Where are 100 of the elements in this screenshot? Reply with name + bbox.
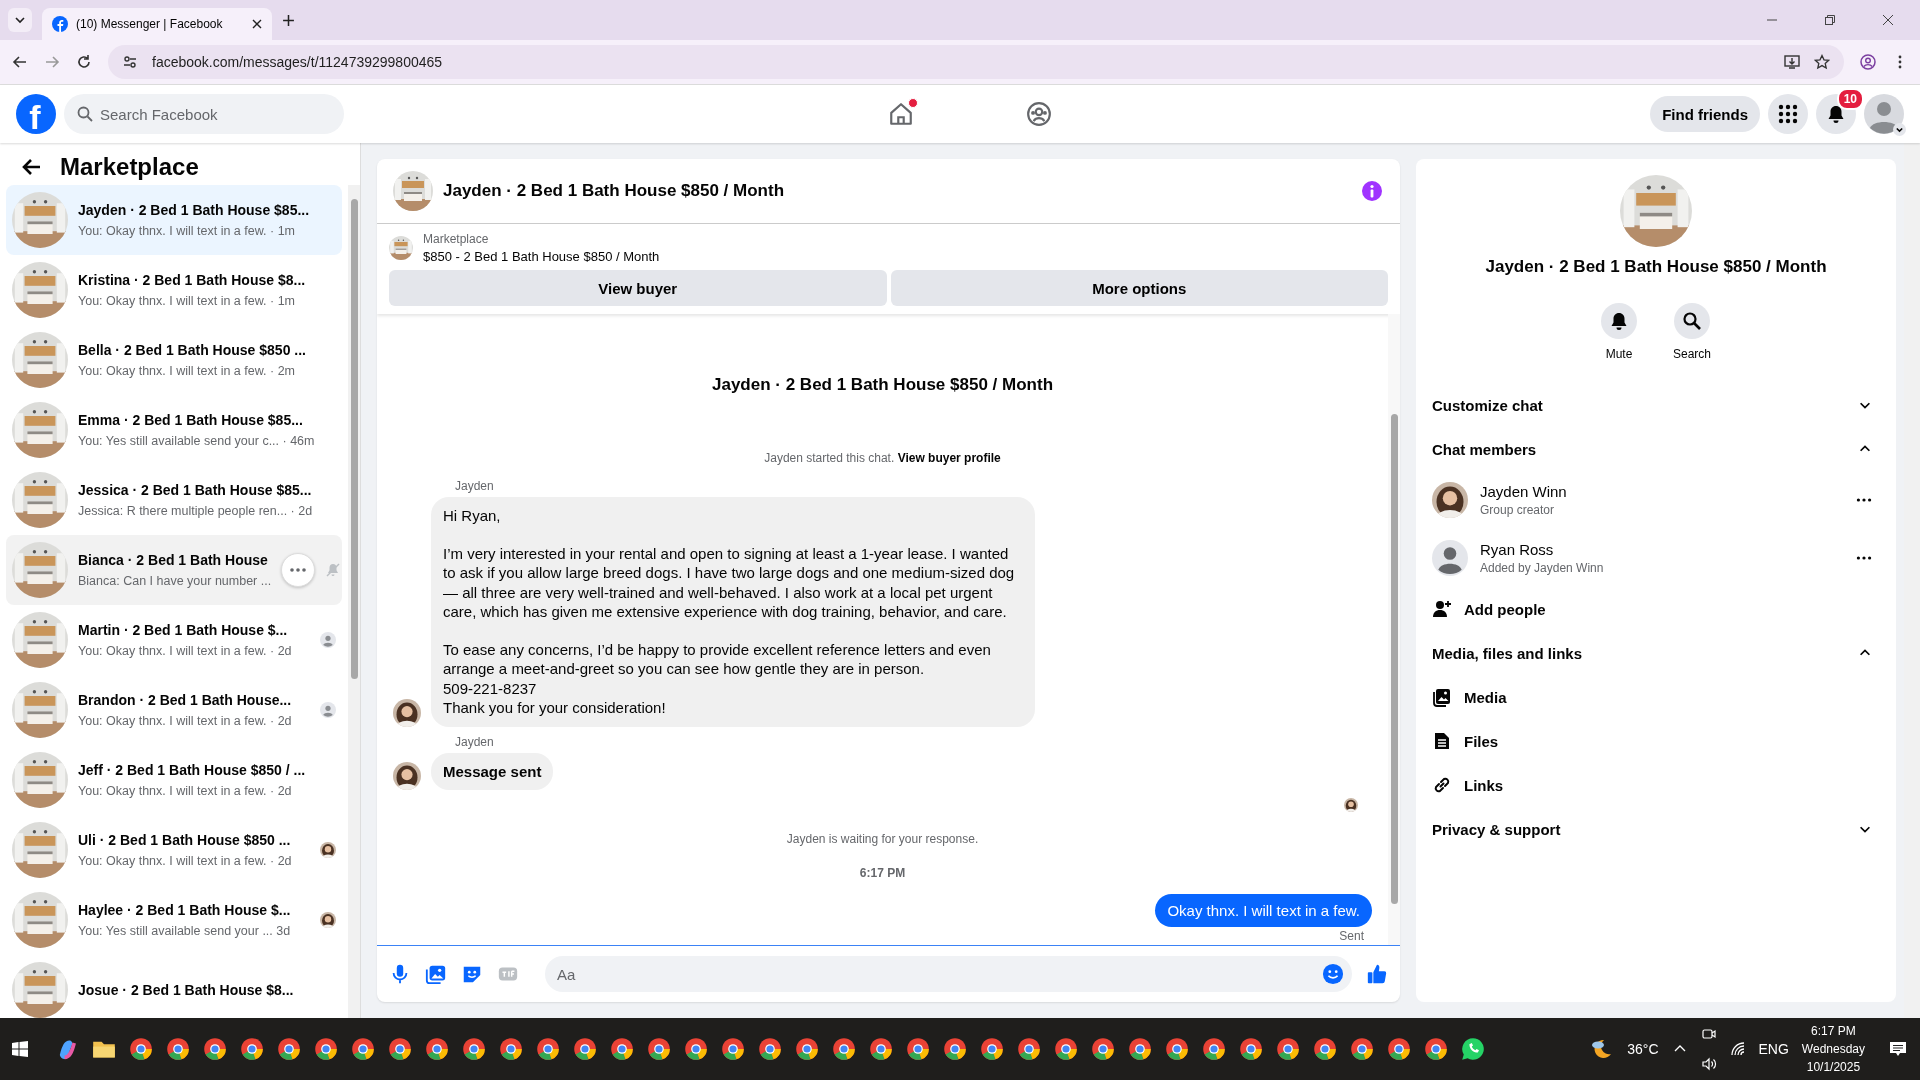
windows-start-icon[interactable] bbox=[12, 1041, 28, 1057]
browser-icon[interactable] bbox=[1128, 1037, 1152, 1061]
conversation-item[interactable]: Bianca · 2 Bed 1 Bath House Bianca: Can I have your number ... bbox=[6, 535, 342, 605]
close-window-icon[interactable] bbox=[1882, 14, 1894, 26]
wifi-icon[interactable] bbox=[1729, 1041, 1746, 1057]
browser-icon[interactable] bbox=[1276, 1037, 1300, 1061]
browser-icon[interactable] bbox=[684, 1037, 708, 1061]
camera-icon[interactable] bbox=[1700, 1026, 1717, 1042]
browser-icon[interactable] bbox=[1165, 1037, 1189, 1061]
address-field[interactable]: facebook.com/messages/t/1124739299800465 bbox=[108, 45, 1844, 79]
section-header[interactable]: Media, files and links bbox=[1432, 631, 1880, 675]
browser-tab[interactable]: (10) Messenger | Facebook bbox=[42, 8, 272, 40]
conversation-item[interactable]: Emma · 2 Bed 1 Bath House $85... You: Yes still available send your c... · 46m bbox=[6, 395, 342, 465]
browser-icon[interactable] bbox=[314, 1037, 338, 1061]
browser-icon[interactable] bbox=[129, 1037, 153, 1061]
forward-icon[interactable] bbox=[44, 54, 60, 70]
chat-app-icon[interactable] bbox=[1461, 1037, 1485, 1061]
conversation-item[interactable]: Bella · 2 Bed 1 Bath House $850 ... You: Okay thnx. I will text in a few. · 2m bbox=[6, 325, 342, 395]
view-buyer-profile-link[interactable]: View buyer profile bbox=[897, 451, 1001, 465]
home-icon[interactable] bbox=[888, 101, 914, 127]
conversation-item[interactable]: Martin · 2 Bed 1 Bath House $... You: Okay thnx. I will text in a few. · 2d bbox=[6, 605, 342, 675]
browser-icon[interactable] bbox=[1424, 1037, 1448, 1061]
section-header[interactable]: Chat members bbox=[1432, 427, 1880, 471]
browser-icon[interactable] bbox=[869, 1037, 893, 1061]
search-button[interactable] bbox=[1674, 303, 1710, 339]
message-field[interactable]: Aa bbox=[545, 956, 1352, 992]
browser-icon[interactable] bbox=[795, 1037, 819, 1061]
browser-icon[interactable] bbox=[1091, 1037, 1115, 1061]
browser-icon[interactable] bbox=[758, 1037, 782, 1061]
conversation-item[interactable]: Jeff · 2 Bed 1 Bath House $850 / ... You: Okay thnx. I will text in a few. · 2d bbox=[6, 745, 342, 815]
browser-icon[interactable] bbox=[388, 1037, 412, 1061]
speaker-icon[interactable] bbox=[1700, 1056, 1717, 1072]
clock[interactable]: 6:17 PM Wednesday 10/1/2025 bbox=[1801, 1024, 1865, 1074]
member-item[interactable]: Jayden Winn Group creator bbox=[1432, 471, 1880, 529]
conversation-item[interactable]: Jessica · 2 Bed 1 Bath House $85... Jessica: R there multiple people ren... · 2d bbox=[6, 465, 342, 535]
browser-icon[interactable] bbox=[647, 1037, 671, 1061]
bookmark-star-icon[interactable] bbox=[1814, 54, 1830, 70]
more-icon[interactable] bbox=[1856, 556, 1872, 560]
browser-icon[interactable] bbox=[1350, 1037, 1374, 1061]
section-header[interactable]: Customize chat bbox=[1432, 383, 1880, 427]
browser-icon[interactable] bbox=[462, 1037, 486, 1061]
caret-icon[interactable] bbox=[1893, 123, 1906, 136]
facebook-logo[interactable]: f bbox=[16, 94, 56, 134]
page-scrollbar[interactable] bbox=[1904, 143, 1920, 1018]
scrollbar[interactable] bbox=[348, 185, 360, 1018]
back-icon[interactable] bbox=[12, 54, 28, 70]
browser-icon[interactable] bbox=[1054, 1037, 1078, 1061]
menu-item[interactable]: Add people bbox=[1432, 587, 1880, 631]
browser-icon[interactable] bbox=[832, 1037, 856, 1061]
browser-icon[interactable] bbox=[240, 1037, 264, 1061]
conversation-item[interactable]: Uli · 2 Bed 1 Bath House $850 ... You: Okay thnx. I will text in a few. · 2d bbox=[6, 815, 342, 885]
more-icon[interactable] bbox=[1856, 498, 1872, 502]
info-icon[interactable] bbox=[1360, 179, 1384, 203]
browser-icon[interactable] bbox=[980, 1037, 1004, 1061]
conversation-item[interactable]: Jayden · 2 Bed 1 Bath House $85... You: Okay thnx. I will text in a few. · 1m bbox=[6, 185, 342, 255]
browser-icon[interactable] bbox=[203, 1037, 227, 1061]
browser-icon[interactable] bbox=[721, 1037, 745, 1061]
browser-icon[interactable] bbox=[351, 1037, 375, 1061]
menu-item[interactable]: Media bbox=[1432, 675, 1880, 719]
browser-icon[interactable] bbox=[166, 1037, 190, 1061]
menu-button[interactable] bbox=[1768, 94, 1808, 134]
section-header[interactable]: Privacy & support bbox=[1432, 807, 1880, 851]
restore-icon[interactable] bbox=[1824, 14, 1836, 26]
site-settings-icon[interactable] bbox=[122, 54, 138, 70]
new-tab-icon[interactable] bbox=[282, 13, 295, 27]
browser-icon[interactable] bbox=[1202, 1037, 1226, 1061]
browser-icon[interactable] bbox=[1239, 1037, 1263, 1061]
browser-icon[interactable] bbox=[610, 1037, 634, 1061]
more-options-button[interactable]: More options bbox=[890, 270, 1388, 306]
language-indicator[interactable]: ENG bbox=[1758, 1041, 1789, 1057]
notifications-button[interactable] bbox=[1816, 94, 1856, 134]
browser-icon[interactable] bbox=[536, 1037, 560, 1061]
browser-icon[interactable] bbox=[1017, 1037, 1041, 1061]
close-icon[interactable] bbox=[252, 19, 262, 29]
member-item[interactable]: Ryan Ross Added by Jayden Winn bbox=[1432, 529, 1880, 587]
reload-icon[interactable] bbox=[76, 54, 92, 70]
find-friends-button[interactable]: Find friends bbox=[1650, 96, 1760, 132]
conversation-item[interactable]: Kristina · 2 Bed 1 Bath House $8... You: Okay thnx. I will text in a few. · 1m bbox=[6, 255, 342, 325]
browser-icon[interactable] bbox=[277, 1037, 301, 1061]
menu-item[interactable]: Links bbox=[1432, 763, 1880, 807]
menu-item[interactable]: Files bbox=[1432, 719, 1880, 763]
browser-icon[interactable] bbox=[425, 1037, 449, 1061]
tab-list-button[interactable] bbox=[8, 8, 32, 32]
browser-icon[interactable] bbox=[1313, 1037, 1337, 1061]
browser-icon[interactable] bbox=[499, 1037, 523, 1061]
thumbs-up-icon[interactable] bbox=[1366, 963, 1388, 985]
emoji-icon[interactable] bbox=[1322, 963, 1344, 985]
groups-icon[interactable] bbox=[1026, 101, 1052, 127]
photo-icon[interactable] bbox=[425, 963, 447, 985]
profile-icon[interactable] bbox=[1860, 54, 1876, 70]
browser-icon[interactable] bbox=[573, 1037, 597, 1061]
conversation-item[interactable]: Josue · 2 Bed 1 Bath House $8... bbox=[6, 955, 342, 1018]
view-buyer-button[interactable]: View buyer bbox=[389, 270, 887, 306]
search-field[interactable]: Search Facebook bbox=[64, 94, 344, 134]
conversation-item[interactable]: Brandon · 2 Bed 1 Bath House... You: Okay thnx. I will text in a few. · 2d bbox=[6, 675, 342, 745]
install-icon[interactable] bbox=[1784, 54, 1800, 70]
browser-icon[interactable] bbox=[943, 1037, 967, 1061]
conversation-item[interactable]: Haylee · 2 Bed 1 Bath House $... You: Yes still available send your ... 3d bbox=[6, 885, 342, 955]
browser-icon[interactable] bbox=[906, 1037, 930, 1061]
mute-button[interactable] bbox=[1601, 303, 1637, 339]
